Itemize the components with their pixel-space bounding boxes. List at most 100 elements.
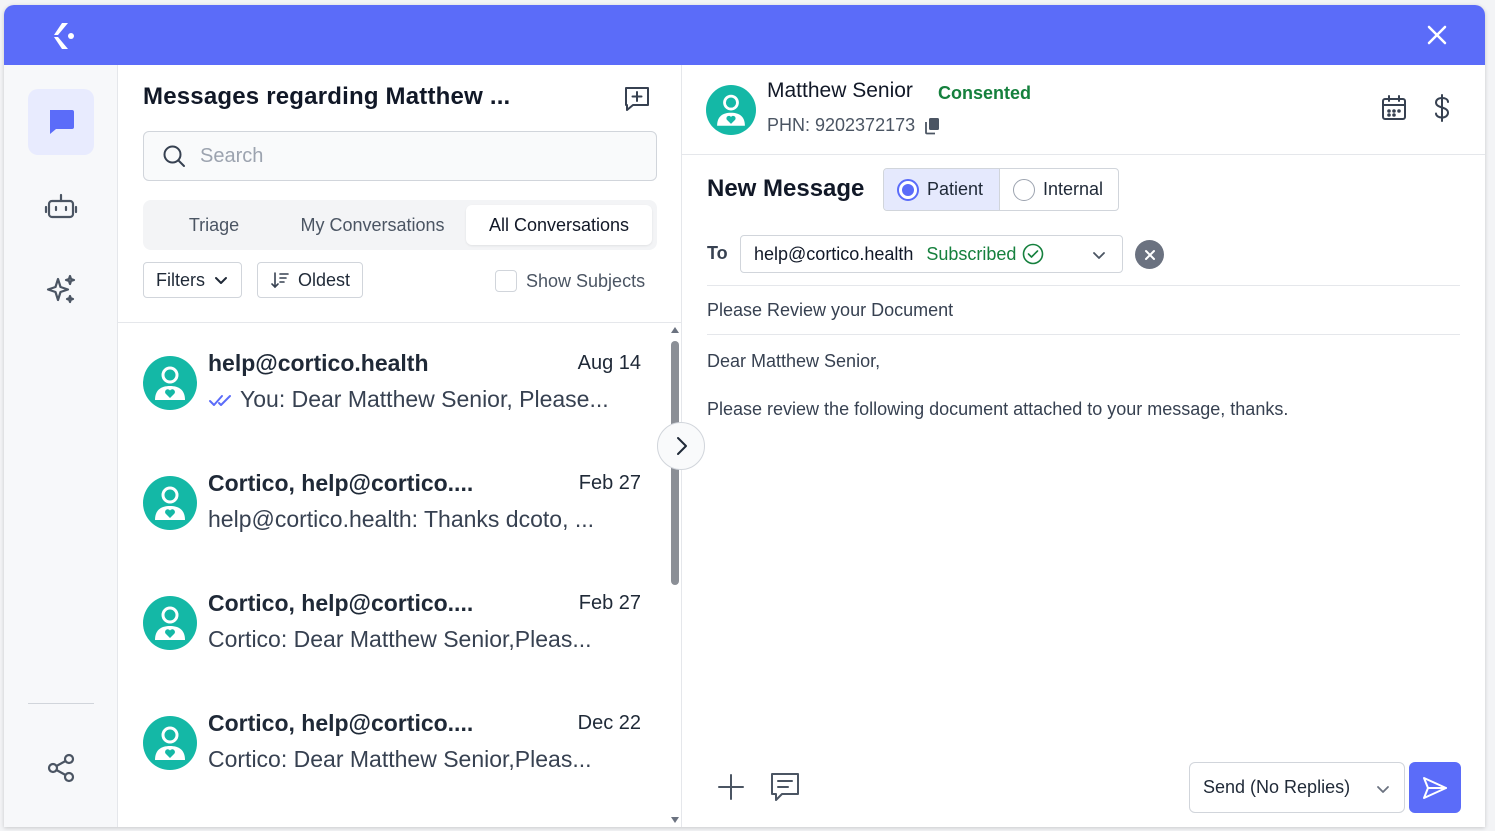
radio-dot: [902, 183, 914, 196]
conversation-preview-text: You: Dear Matthew Senior, Please...: [240, 386, 609, 412]
consent-status-badge: Consented: [938, 83, 1032, 103]
conversation-preview: Cortico: Dear Matthew Senior,Pleas...: [208, 746, 642, 773]
chevron-down-icon: [215, 277, 227, 284]
rail-divider: [28, 703, 94, 704]
patient-phn: PHN: 9202372173: [767, 115, 941, 136]
message-body[interactable]: Dear Matthew Senior, Please review the f…: [707, 349, 1288, 421]
chat-bubble-icon: [50, 110, 74, 134]
nav-messages-button[interactable]: [28, 89, 94, 155]
double-check-icon: [209, 394, 231, 406]
send-mode-select[interactable]: Send (No Replies): [1189, 762, 1405, 813]
patient-avatar-icon: [155, 486, 185, 520]
nav-bot-button[interactable]: [28, 174, 94, 240]
conversation-list: help@cortico.health Aug 14 You: Dear Mat…: [118, 323, 668, 827]
list-scrollbar[interactable]: [668, 327, 682, 827]
show-subjects-checkbox[interactable]: [495, 270, 517, 292]
robot-icon: [44, 193, 78, 219]
search-input[interactable]: [200, 144, 620, 168]
conversation-date: Feb 27: [578, 592, 641, 614]
sparkles-icon: [46, 274, 76, 304]
message-detail-panel: Matthew Senior Consented PHN: 9202372173: [682, 65, 1485, 827]
composer-title: New Message: [707, 175, 865, 202]
message-greeting: Dear Matthew Senior,: [707, 351, 881, 371]
nav-share-button[interactable]: [28, 735, 94, 801]
chevron-down-icon: [1093, 252, 1105, 259]
conversation-preview: Cortico: Dear Matthew Senior,Pleas...: [208, 626, 642, 653]
radio-button[interactable]: [897, 178, 919, 201]
conversation-preview-text: Cortico: Dear Matthew Senior,Pleas...: [208, 746, 592, 772]
tab-triage[interactable]: Triage: [148, 205, 280, 245]
recipient-email: help@cortico.health: [754, 243, 914, 264]
radio-button[interactable]: [1013, 178, 1035, 201]
avatar: [143, 716, 197, 770]
list-item[interactable]: Cortico, help@cortico.... Feb 27 Cortico…: [118, 563, 668, 683]
collapse-panel-button[interactable]: [657, 422, 705, 470]
recipient-type-group: Patient Internal: [883, 168, 1119, 211]
cortico-logo-icon[interactable]: [44, 19, 78, 53]
nav-ai-button[interactable]: [28, 257, 94, 323]
chevron-right-icon: [677, 437, 687, 455]
radio-label: Patient: [927, 179, 984, 199]
send-mode-label: Send (No Replies): [1203, 777, 1351, 797]
send-button[interactable]: [1409, 762, 1461, 813]
main-body: Messages regarding Matthew ... Triage My…: [4, 65, 1485, 827]
scroll-up-arrow[interactable]: [671, 327, 679, 333]
app-window: Messages regarding Matthew ... Triage My…: [4, 5, 1485, 827]
message-body-text: Please review the following document att…: [707, 399, 1289, 419]
divider: [707, 285, 1460, 286]
conversation-preview: You: Dear Matthew Senior, Please...: [208, 386, 642, 413]
conversation-list-panel: Messages regarding Matthew ... Triage My…: [118, 65, 682, 827]
patient-avatar-icon: [155, 606, 185, 640]
conversation-preview-text: help@cortico.health: Thanks dcoto, ...: [208, 506, 595, 532]
tab-all-conversations[interactable]: All Conversations: [466, 205, 652, 245]
list-item[interactable]: help@cortico.health Aug 14 You: Dear Mat…: [118, 323, 668, 443]
patient-avatar-icon: [155, 366, 185, 400]
share-icon: [47, 753, 75, 783]
patient-header: Matthew Senior Consented PHN: 9202372173: [682, 65, 1485, 155]
patient-name[interactable]: Matthew Senior: [767, 79, 913, 103]
conversation-preview-text: Cortico: Dear Matthew Senior,Pleas...: [208, 626, 592, 652]
recipient-type-internal[interactable]: Internal: [999, 169, 1118, 210]
filters-label: Filters: [156, 269, 205, 290]
sort-label: Oldest: [298, 269, 351, 290]
plus-icon[interactable]: [714, 770, 748, 804]
send-icon: [1423, 776, 1447, 799]
message-template-icon[interactable]: [768, 770, 802, 804]
recipient-select[interactable]: help@cortico.health Subscribed: [740, 235, 1123, 273]
chevron-down-icon: [1377, 786, 1389, 793]
calendar-icon[interactable]: [1379, 93, 1409, 123]
close-icon[interactable]: [1423, 21, 1451, 49]
new-conversation-icon[interactable]: [621, 83, 653, 115]
nav-rail: [4, 65, 118, 827]
list-title: Messages regarding Matthew ...: [143, 83, 511, 110]
phn-text: PHN: 9202372173: [767, 115, 916, 135]
patient-avatar-icon: [155, 726, 185, 760]
sort-descending-icon: [271, 272, 289, 289]
conversation-preview: help@cortico.health: Thanks dcoto, ...: [208, 506, 642, 533]
dollar-icon[interactable]: [1427, 93, 1457, 123]
filters-button[interactable]: Filters: [143, 262, 242, 298]
copy-icon[interactable]: [923, 117, 941, 135]
list-item[interactable]: Cortico, help@cortico.... Dec 22 Cortico…: [118, 683, 668, 803]
show-subjects-toggle[interactable]: Show Subjects: [495, 270, 645, 292]
avatar: [706, 85, 756, 135]
list-item[interactable]: Cortico, help@cortico.... Feb 27 help@co…: [118, 443, 668, 563]
subscription-status: Subscribed: [926, 243, 1017, 264]
close-icon: [1144, 249, 1155, 260]
avatar: [143, 476, 197, 530]
patient-avatar-icon: [717, 94, 745, 126]
conversation-date: Feb 27: [578, 472, 641, 494]
conversation-name: Cortico, help@cortico....: [208, 470, 474, 496]
clear-recipient-button[interactable]: [1135, 240, 1164, 269]
recipient-type-patient[interactable]: Patient: [884, 169, 999, 210]
title-bar: [4, 5, 1485, 65]
show-subjects-label: Show Subjects: [526, 270, 646, 291]
conversation-name: help@cortico.health: [208, 350, 429, 376]
conversation-date: Dec 22: [577, 712, 641, 734]
sort-button[interactable]: Oldest: [257, 262, 364, 298]
subject-field[interactable]: Please Review your Document: [707, 300, 953, 321]
scroll-down-arrow[interactable]: [671, 817, 679, 823]
avatar: [143, 356, 197, 410]
conversation-name: Cortico, help@cortico....: [208, 590, 474, 616]
tab-my-conversations[interactable]: My Conversations: [280, 205, 465, 245]
